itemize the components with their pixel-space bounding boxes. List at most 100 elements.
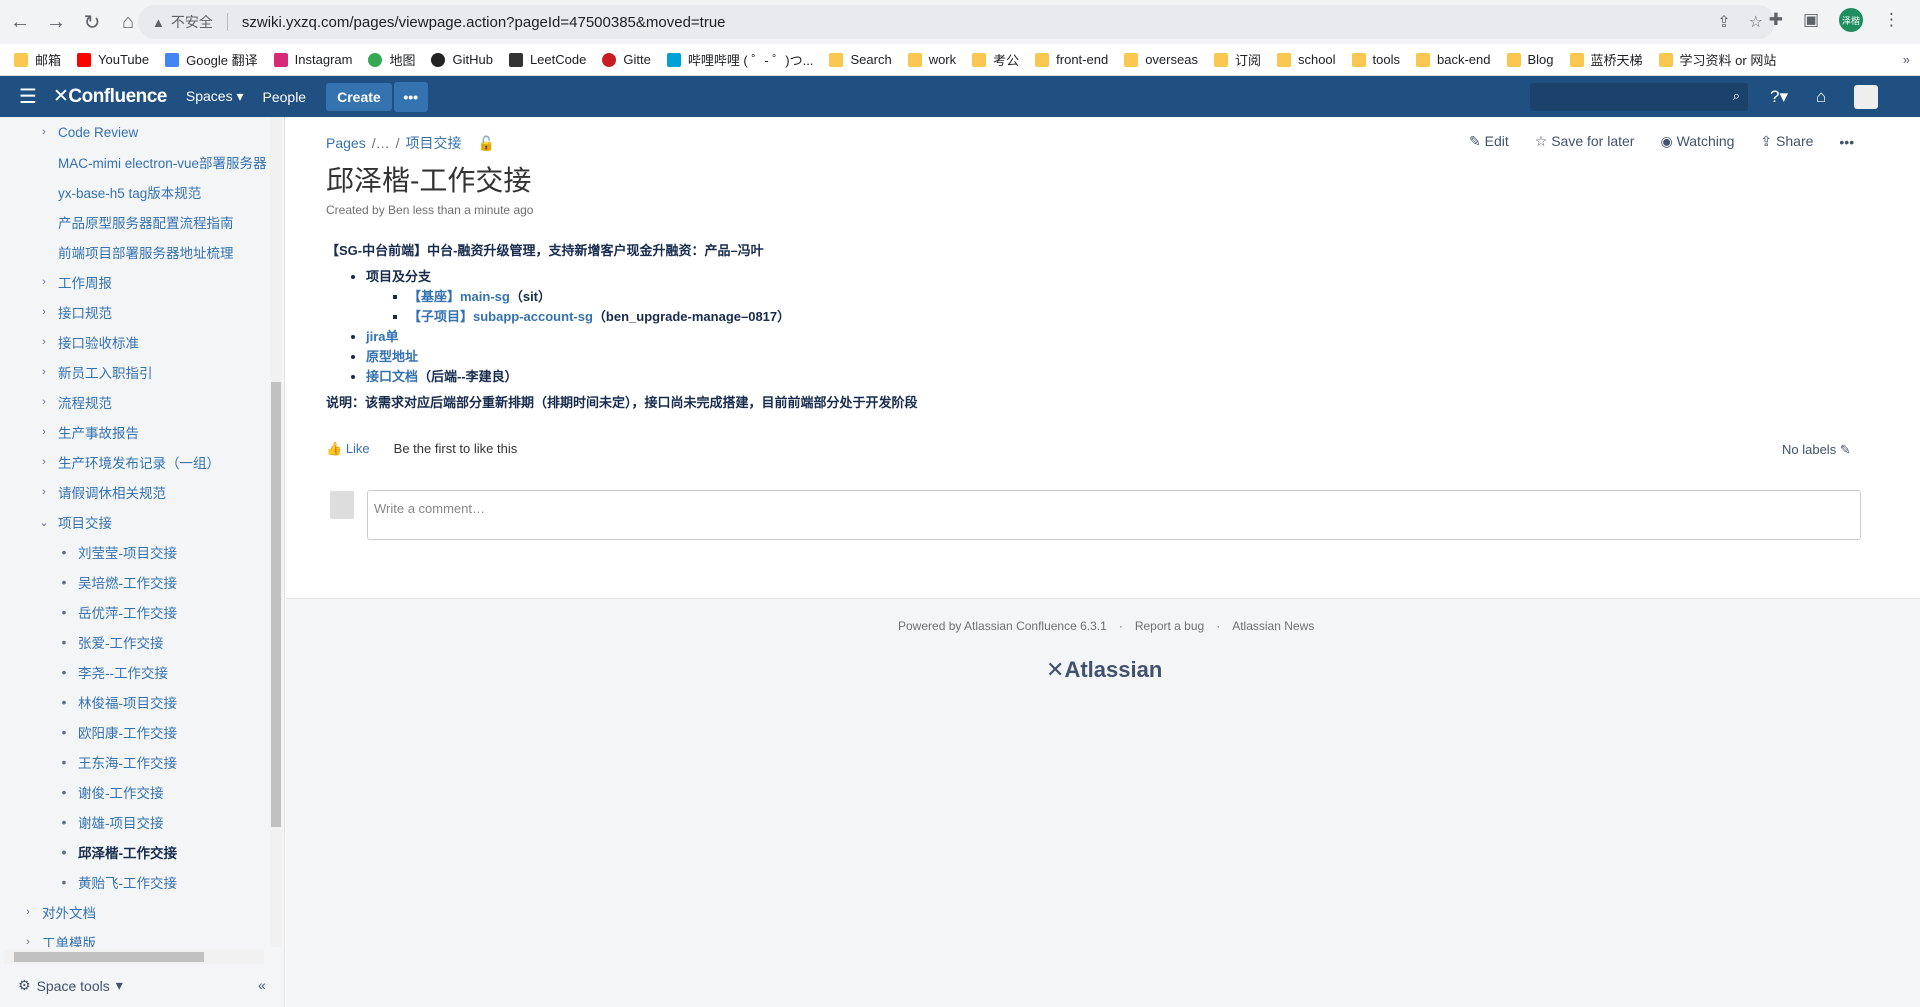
more-actions-icon[interactable]: ••• [1839, 134, 1854, 150]
help-icon[interactable]: ?▾ [1770, 87, 1788, 107]
url-text[interactable]: szwiki.yxzq.com/pages/viewpage.action?pa… [242, 14, 726, 31]
sidebar-item[interactable]: • 岳优萍-工作交接 [0, 597, 268, 627]
sidebar-item[interactable]: › 流程规范 [0, 387, 268, 417]
sidebar-item[interactable]: › 生产事故报告 [0, 417, 268, 447]
bookmark-search[interactable]: Search [829, 52, 892, 67]
breadcrumb-parent[interactable]: 项目交接 [405, 133, 461, 153]
bookmark-star-icon[interactable]: ☆ [1749, 12, 1763, 32]
notifications-icon[interactable]: ⌂ [1816, 87, 1826, 107]
sidebar-item[interactable]: • 黄贻飞-工作交接 [0, 867, 268, 897]
create-more-button[interactable]: ••• [393, 81, 428, 112]
sidebar-item[interactable]: • 欧阳康-工作交接 [0, 717, 268, 747]
bookmark-mail[interactable]: 邮箱 [14, 50, 61, 69]
like-button[interactable]: 👍 Like [326, 441, 370, 457]
bookmark-school[interactable]: school [1276, 52, 1336, 67]
spaces-menu[interactable]: Spaces ▾ [186, 88, 244, 105]
chevron-icon[interactable]: › [36, 456, 52, 468]
sidebar-item[interactable]: 产品原型服务器配置流程指南 [0, 207, 268, 237]
share-page-icon[interactable]: ⇪ [1717, 12, 1730, 32]
bookmark-front-end[interactable]: front-end [1035, 52, 1108, 67]
pencil-icon[interactable]: ✎ [1840, 442, 1851, 457]
space-tools-menu[interactable]: ⚙ Space tools ▾ [18, 977, 123, 994]
bookmark-back-end[interactable]: back-end [1416, 52, 1491, 67]
chevron-icon[interactable]: › [36, 486, 52, 498]
sidebar-item[interactable]: yx-base-h5 tag版本规范 [0, 177, 268, 207]
chevron-icon[interactable]: › [20, 906, 36, 918]
bookmark-gitte[interactable]: Gitte [602, 52, 651, 67]
comment-input[interactable]: Write a comment… [367, 490, 1861, 540]
bookmark-tools[interactable]: tools [1351, 52, 1400, 67]
confluence-logo[interactable]: ✕Confluence [53, 85, 167, 108]
sidebar-item[interactable]: › 接口验收标准 [0, 327, 268, 357]
chevron-icon[interactable]: › [36, 126, 52, 138]
chevron-icon[interactable]: › [36, 306, 52, 318]
bookmark-lanqiao[interactable]: 蓝桥天梯 [1569, 50, 1643, 69]
sidebar-item[interactable]: › 接口规范 [0, 297, 268, 327]
sidebar-item[interactable]: • 吴培燃-工作交接 [0, 567, 268, 597]
jira-link[interactable]: jira单 [366, 329, 399, 344]
sidebar-hscrollbar[interactable] [4, 950, 264, 964]
sidebar-item[interactable]: • 王东海-工作交接 [0, 747, 268, 777]
forward-icon[interactable]: → [40, 6, 72, 38]
edit-button[interactable]: ✎ Edit [1469, 133, 1509, 150]
sidebar-item[interactable]: • 林俊福-项目交接 [0, 687, 268, 717]
bookmark-kaogong[interactable]: 考公 [972, 50, 1019, 69]
chevron-icon[interactable]: › [36, 396, 52, 408]
bookmark-subscribe[interactable]: 订阅 [1213, 50, 1261, 69]
chevron-icon[interactable]: › [36, 426, 52, 438]
sidebar-item[interactable]: › 工单模版 [0, 927, 268, 947]
share-button[interactable]: ⇪ Share [1760, 133, 1813, 150]
reload-icon[interactable]: ↻ [76, 6, 108, 38]
bookmark-bilibili[interactable]: 哔哩哔哩 ( ゜- ゜)つ... [666, 50, 813, 69]
bookmark-work[interactable]: work [907, 52, 956, 67]
side-panel-icon[interactable]: ▣ [1803, 10, 1819, 30]
sidebar-item[interactable]: • 邱泽楷-工作交接 [0, 837, 268, 867]
breadcrumb-ellipsis[interactable]: /… [372, 135, 390, 151]
user-avatar[interactable] [1854, 84, 1879, 109]
bookmark-google-translate[interactable]: Google 翻译 [165, 50, 258, 69]
sidebar-item[interactable]: ⌄ 项目交接 [0, 507, 268, 537]
bookmark-study[interactable]: 学习资料 or 网站 [1658, 50, 1776, 69]
atlassian-news-link[interactable]: Atlassian News [1232, 619, 1314, 633]
bookmark-map[interactable]: 地图 [368, 50, 415, 69]
chevron-icon[interactable]: › [36, 366, 52, 378]
report-bug-link[interactable]: Report a bug [1135, 619, 1204, 633]
sidebar-item[interactable]: › Code Review [0, 117, 268, 147]
bookmark-blog[interactable]: Blog [1506, 52, 1554, 67]
bookmark-instagram[interactable]: Instagram [273, 52, 352, 67]
chevron-icon[interactable]: › [36, 276, 52, 288]
sidebar-item[interactable]: › 请假调休相关规范 [0, 477, 268, 507]
chevron-icon[interactable]: ⌄ [36, 516, 52, 529]
api-doc-link[interactable]: 接口文档 [366, 369, 418, 384]
people-link[interactable]: People [263, 89, 307, 105]
bookmarks-overflow-icon[interactable]: » [1903, 52, 1910, 67]
hscrollbar-thumb[interactable] [14, 952, 204, 962]
sidebar-scrollbar[interactable] [270, 117, 282, 947]
scrollbar-thumb[interactable] [271, 382, 281, 827]
sidebar-item[interactable]: › 对外文档 [0, 897, 268, 927]
address-bar[interactable]: ▲ 不安全 szwiki.yxzq.com/pages/viewpage.act… [138, 5, 1775, 39]
collapse-sidebar-icon[interactable]: « [258, 977, 266, 993]
main-sg-link[interactable]: 【基座】main-sg [408, 289, 510, 304]
lock-icon[interactable]: 🔓 [477, 135, 494, 152]
sidebar-item[interactable]: › 生产环境发布记录（一组） [0, 447, 268, 477]
bookmark-overseas[interactable]: overseas [1124, 52, 1198, 67]
sidebar-item[interactable]: MAC-mimi electron-vue部署服务器 [0, 147, 268, 177]
sidebar-item[interactable]: • 刘莹莹-项目交接 [0, 537, 268, 567]
menu-icon[interactable]: ☰ [19, 84, 39, 109]
subapp-link[interactable]: 【子项目】subapp-account-sg [408, 309, 593, 324]
sidebar-item[interactable]: › 工作周报 [0, 267, 268, 297]
sidebar-item[interactable]: • 张爱-工作交接 [0, 627, 268, 657]
bookmark-leetcode[interactable]: LeetCode [508, 52, 586, 67]
labels-section[interactable]: No labels ✎ [1782, 442, 1851, 458]
chevron-icon[interactable]: › [20, 936, 36, 947]
back-icon[interactable]: ← [4, 6, 36, 38]
sidebar-item[interactable]: › 新员工入职指引 [0, 357, 268, 387]
create-button[interactable]: Create [326, 82, 392, 111]
browser-menu-icon[interactable]: ⋮ [1883, 10, 1900, 30]
watching-button[interactable]: ◉ Watching [1660, 133, 1734, 150]
breadcrumb-pages[interactable]: Pages [326, 135, 366, 151]
profile-avatar[interactable]: 泽楷 [1839, 8, 1863, 32]
sidebar-item[interactable]: 前端项目部署服务器地址梳理 [0, 237, 268, 267]
chevron-icon[interactable]: › [36, 336, 52, 348]
